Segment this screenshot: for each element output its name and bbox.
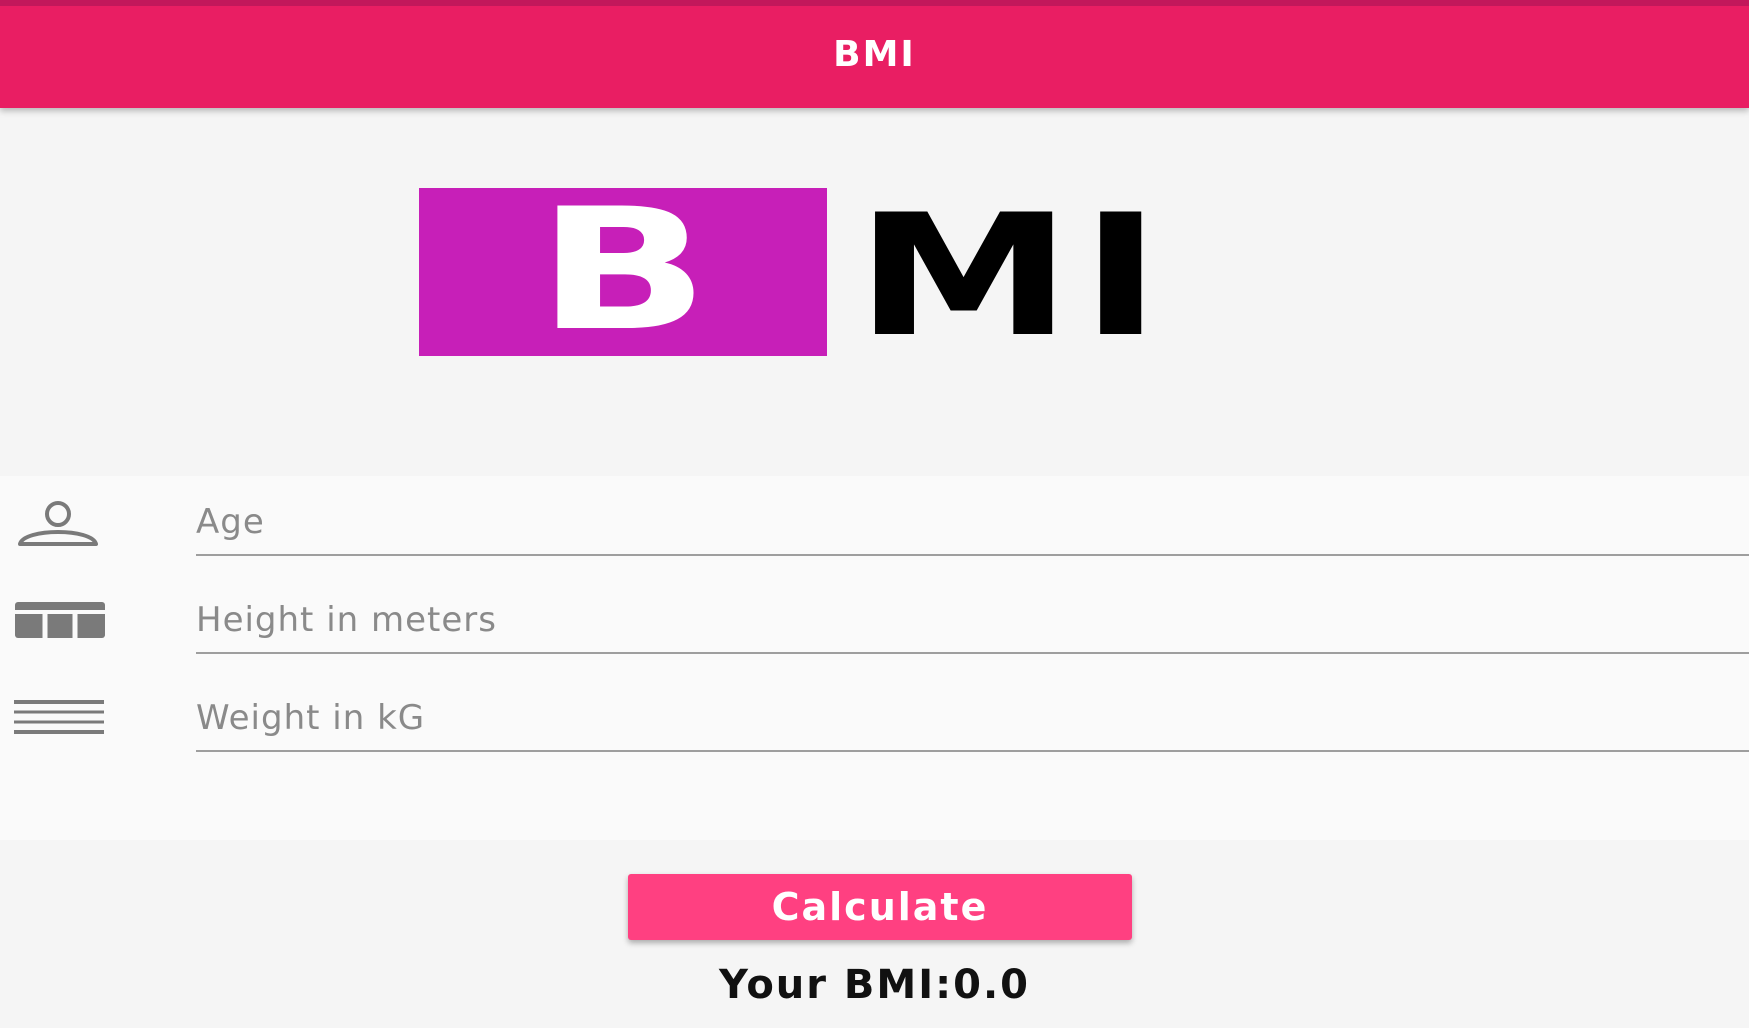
height-row (0, 574, 1749, 672)
bmi-result: Your BMI:0.0 (719, 962, 1030, 1008)
calculate-button[interactable]: Calculate (628, 874, 1132, 940)
bmi-logo: B MI (419, 172, 1319, 368)
age-row (0, 476, 1749, 574)
person-icon (12, 500, 108, 550)
height-input[interactable] (196, 588, 1749, 654)
app-title: BMI (833, 33, 916, 75)
weight-input[interactable] (196, 686, 1749, 752)
logo-box: B (419, 172, 827, 368)
input-form (0, 476, 1749, 840)
lines-icon (12, 692, 108, 742)
app-bar: BMI (0, 0, 1749, 108)
age-input[interactable] (196, 490, 1749, 556)
ruler-icon (12, 596, 108, 646)
logo-box-letter: B (536, 172, 710, 368)
logo-rest-text: MI (855, 178, 1170, 374)
weight-row (0, 672, 1749, 770)
